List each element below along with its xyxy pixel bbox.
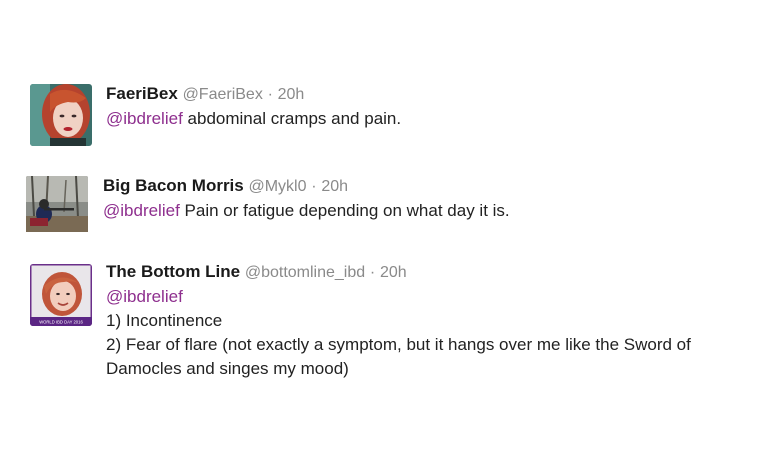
- separator: ·: [267, 86, 273, 103]
- tweet-line: 1) Incontinence: [106, 311, 223, 330]
- user-handle[interactable]: @FaeriBex: [183, 86, 263, 103]
- avatar-banner-text: WORLD IBD DAY 2016: [39, 320, 83, 325]
- avatar-woman-with-purple-banner-icon: WORLD IBD DAY 2016: [30, 264, 92, 326]
- avatar-person-with-rifle-outdoors-icon: [26, 176, 88, 232]
- tweet-body: Pain or fatigue depending on what day it…: [184, 201, 510, 220]
- tweet-content: The Bottom Line @bottomline_ibd · 20h @i…: [106, 260, 691, 381]
- tweet-text: @ibdrelief abdominal cramps and pain.: [106, 107, 401, 131]
- tweet-body: abdominal cramps and pain.: [187, 109, 402, 128]
- tweet-content: Big Bacon Morris @Mykl0 · 20h @ibdrelief…: [103, 174, 510, 223]
- tweet-text: @ibdrelief 1) Incontinence 2) Fear of fl…: [106, 285, 691, 381]
- tweet-text: @ibdrelief Pain or fatigue depending on …: [103, 199, 510, 223]
- mention-link[interactable]: @ibdrelief: [106, 109, 183, 128]
- timestamp[interactable]: 20h: [321, 178, 348, 195]
- tweet-content: FaeriBex @FaeriBex · 20h @ibdrelief abdo…: [106, 82, 401, 131]
- mention-link[interactable]: @ibdrelief: [103, 201, 180, 220]
- tweet-header: The Bottom Line @bottomline_ibd · 20h: [106, 260, 691, 285]
- display-name[interactable]: The Bottom Line: [106, 262, 240, 281]
- user-handle[interactable]: @bottomline_ibd: [245, 264, 365, 281]
- tweet-line: 2) Fear of flare (not exactly a symptom,…: [106, 335, 691, 354]
- timestamp[interactable]: 20h: [278, 86, 305, 103]
- tweet-header: Big Bacon Morris @Mykl0 · 20h: [103, 174, 510, 199]
- user-handle[interactable]: @Mykl0: [248, 178, 306, 195]
- mention-link[interactable]: @ibdrelief: [106, 285, 691, 309]
- tweet-header: FaeriBex @FaeriBex · 20h: [106, 82, 401, 107]
- avatar[interactable]: WORLD IBD DAY 2016: [30, 264, 92, 326]
- display-name[interactable]: FaeriBex: [106, 84, 178, 103]
- timestamp[interactable]: 20h: [380, 264, 407, 281]
- separator: ·: [311, 178, 317, 195]
- avatar[interactable]: [26, 176, 88, 238]
- display-name[interactable]: Big Bacon Morris: [103, 176, 244, 195]
- tweet-line: Damocles and singes my mood): [106, 359, 349, 378]
- separator: ·: [369, 264, 376, 281]
- avatar[interactable]: [30, 84, 92, 146]
- avatar-red-haired-woman-icon: [30, 84, 92, 146]
